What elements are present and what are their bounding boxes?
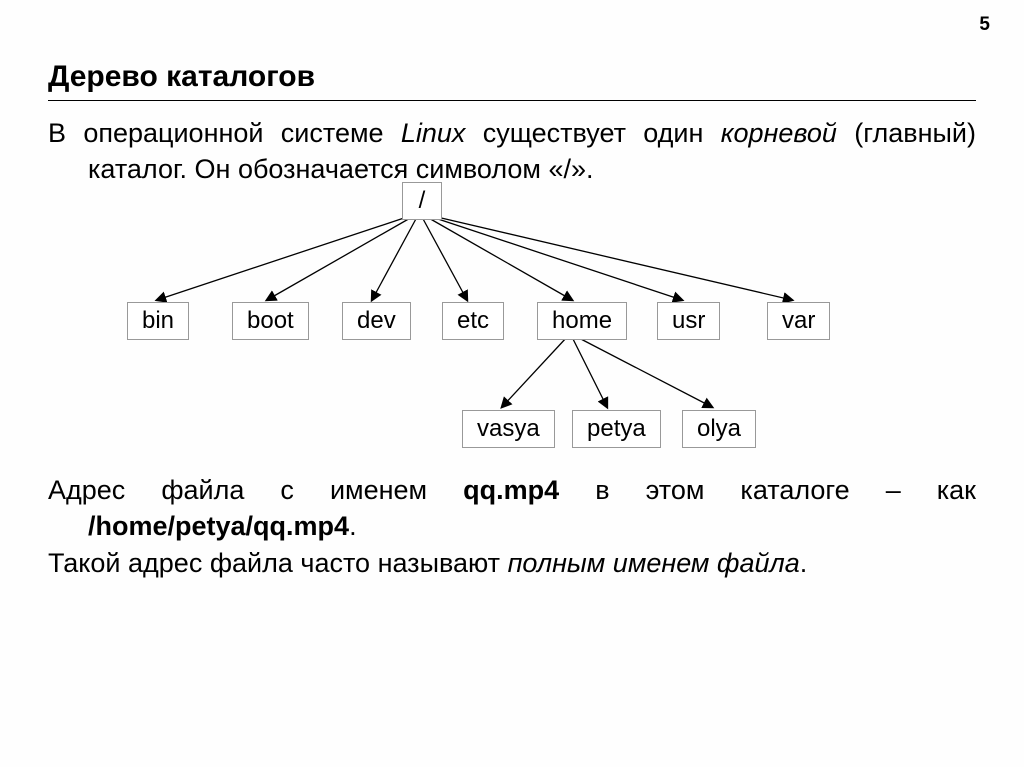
slide: 5 Дерево каталогов В операционной систем… <box>0 0 1024 767</box>
node-home: home <box>537 302 627 340</box>
mid-t3: . <box>349 511 357 541</box>
page-number: 5 <box>979 14 990 36</box>
intro-paragraph: В операционной системе Linux существует … <box>48 115 976 188</box>
last-paragraph: Такой адрес файла часто называют полным … <box>48 545 976 581</box>
node-bin: bin <box>127 302 189 340</box>
mid-t2: в этом каталоге – как <box>559 475 976 505</box>
mid-paragraph: Адрес файла с именем qq.mp4 в этом катал… <box>48 472 976 545</box>
intro-root-word: корневой <box>721 118 837 148</box>
slide-title: Дерево каталогов <box>48 60 976 94</box>
intro-t1: В операционной системе <box>48 118 401 148</box>
intro-linux: Linux <box>401 118 466 148</box>
node-vasya: vasya <box>462 410 555 448</box>
node-etc: etc <box>442 302 504 340</box>
mid-file: qq.mp4 <box>463 475 559 505</box>
title-rule <box>48 100 976 101</box>
last-t2: . <box>800 548 808 578</box>
mid-t1: Адрес файла с именем <box>48 475 463 505</box>
last-fullname: полным именем файла <box>508 548 800 578</box>
node-var: var <box>767 302 830 340</box>
node-petya: petya <box>572 410 661 448</box>
last-t1: Такой адрес файла часто называют <box>48 548 508 578</box>
node-olya: olya <box>682 410 756 448</box>
node-usr: usr <box>657 302 720 340</box>
node-root: / <box>402 182 442 220</box>
mid-path: /home/petya/qq.mp4 <box>88 511 349 541</box>
intro-t2: существует один <box>465 118 720 148</box>
node-boot: boot <box>232 302 309 340</box>
node-dev: dev <box>342 302 411 340</box>
directory-tree: / bin boot dev etc home usr var vasya pe… <box>52 182 972 462</box>
